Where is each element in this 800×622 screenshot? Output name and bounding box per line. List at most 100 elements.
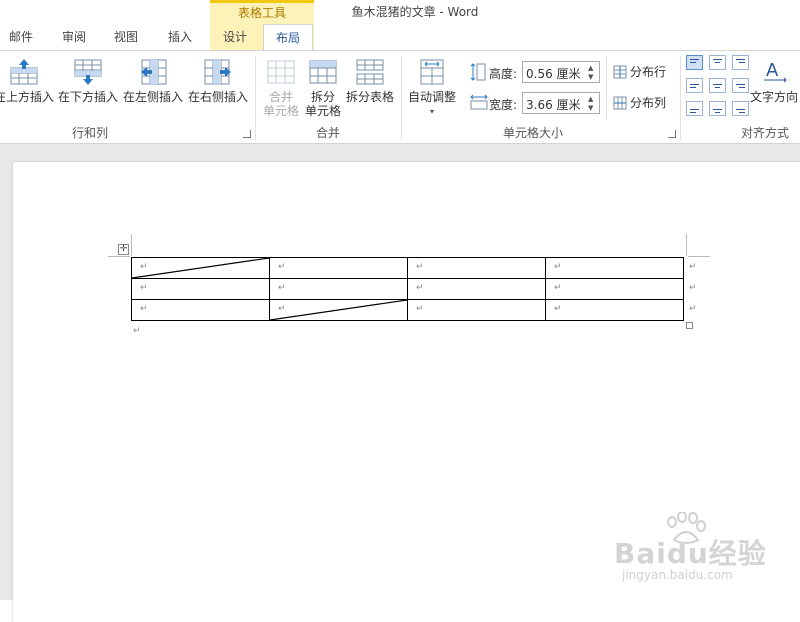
insert-below-icon bbox=[74, 59, 102, 85]
width-label: 宽度: bbox=[489, 98, 518, 112]
insert-left-button[interactable]: 在左侧插入 bbox=[122, 56, 184, 122]
width-value: 3.66 厘米 bbox=[526, 98, 581, 112]
rows-cols-launcher-icon[interactable] bbox=[243, 130, 251, 138]
insert-above-button[interactable]: 在上方插入 bbox=[0, 56, 54, 122]
spin-up-icon[interactable]: ▲ bbox=[588, 95, 596, 103]
split-cells-label-1: 拆分 bbox=[310, 90, 335, 104]
split-table-button[interactable]: 拆分表格 bbox=[344, 56, 396, 122]
row-end-mark: ↵ bbox=[689, 304, 697, 314]
align-bottom-right-icon[interactable] bbox=[732, 101, 749, 116]
align-top-center-icon[interactable] bbox=[709, 55, 726, 70]
distribute-cols-button[interactable]: 分布列 bbox=[613, 93, 666, 113]
tab-view[interactable]: 视图 bbox=[104, 24, 148, 50]
width-spinner[interactable]: 3.66 厘米 ▲ ▼ bbox=[522, 92, 600, 114]
insert-right-icon bbox=[204, 59, 231, 85]
spin-down-icon[interactable]: ▼ bbox=[588, 104, 596, 112]
svg-text:A: A bbox=[766, 60, 779, 81]
paragraph-mark: ↵ bbox=[416, 283, 424, 293]
paragraph-mark: ↵ bbox=[278, 283, 286, 293]
table-move-handle-icon[interactable]: ✛ bbox=[118, 244, 129, 255]
split-table-icon bbox=[356, 59, 384, 85]
align-middle-left-icon[interactable] bbox=[686, 78, 703, 93]
baidu-watermark: Baidu经验 jingyan.baidu.com bbox=[600, 510, 800, 590]
tab-layout[interactable]: 布局 bbox=[263, 24, 313, 51]
split-cells-label-2: 单元格 bbox=[304, 104, 341, 118]
group-separator bbox=[401, 56, 402, 140]
insert-left-icon bbox=[141, 59, 167, 85]
table-cell-r2c1[interactable]: ↵ bbox=[131, 278, 270, 300]
paragraph-mark: ↵ bbox=[554, 262, 562, 272]
insert-above-icon bbox=[10, 59, 38, 85]
tab-design[interactable]: 设计 bbox=[212, 24, 258, 50]
table-cell-r1c4[interactable]: ↵ bbox=[545, 257, 684, 279]
insert-below-button[interactable]: 在下方插入 bbox=[57, 56, 119, 122]
distribute-rows-icon bbox=[613, 65, 627, 79]
table-cell-r2c4[interactable]: ↵ bbox=[545, 278, 684, 300]
autofit-dropdown-icon[interactable]: ▾ bbox=[405, 105, 459, 119]
text-direction-button[interactable]: A 文字方向 bbox=[750, 56, 800, 122]
align-top-right-icon[interactable] bbox=[732, 55, 749, 70]
row-end-mark: ↵ bbox=[689, 262, 697, 272]
align-top-left-icon[interactable] bbox=[686, 55, 703, 70]
table-row: ↵ ↵ ↵ ↵ bbox=[131, 278, 684, 300]
table-cell-r1c1[interactable]: ↵ bbox=[131, 257, 270, 279]
paragraph-mark: ↵ bbox=[140, 304, 148, 314]
spin-up-icon[interactable]: ▲ bbox=[588, 64, 596, 72]
tab-review[interactable]: 审阅 bbox=[52, 24, 96, 50]
spin-down-icon[interactable]: ▼ bbox=[588, 73, 596, 81]
height-label: 高度: bbox=[489, 67, 518, 81]
paragraph-mark: ↵ bbox=[133, 326, 141, 336]
height-value: 0.56 厘米 bbox=[526, 67, 581, 81]
merge-cells-icon bbox=[267, 60, 295, 84]
merge-cells-button[interactable]: 合并 单元格 bbox=[260, 56, 302, 122]
autofit-button[interactable]: 自动调整 ▾ bbox=[405, 56, 459, 122]
watermark-brand: Baidu经验 bbox=[614, 537, 767, 570]
table-cell-r3c1[interactable]: ↵ bbox=[131, 299, 270, 321]
group-label-cell-size: 单元格大小 bbox=[502, 126, 563, 140]
diagonal-border bbox=[270, 300, 407, 320]
cell-size-launcher-icon[interactable] bbox=[668, 130, 676, 138]
split-cells-icon bbox=[309, 60, 337, 84]
table-resize-handle-icon[interactable] bbox=[686, 322, 693, 329]
table-cell-r3c2[interactable]: ↵ bbox=[269, 299, 408, 321]
distribute-cols-label: 分布列 bbox=[630, 96, 667, 110]
group-label-alignment: 对齐方式 bbox=[740, 126, 789, 140]
group-separator bbox=[255, 56, 256, 140]
align-middle-right-icon[interactable] bbox=[732, 78, 749, 93]
row-height-icon bbox=[470, 63, 486, 81]
split-cells-button[interactable]: 拆分 单元格 bbox=[303, 56, 343, 122]
tab-mailings[interactable]: 邮件 bbox=[0, 24, 42, 50]
window-title: 鱼木混猪的文章 - Word bbox=[351, 5, 479, 19]
tab-insert[interactable]: 插入 bbox=[158, 24, 202, 50]
table-cell-r2c3[interactable]: ↵ bbox=[407, 278, 546, 300]
align-middle-center-icon[interactable] bbox=[709, 78, 726, 93]
merge-cells-label-1: 合并 bbox=[268, 90, 293, 104]
insert-right-button[interactable]: 在右侧插入 bbox=[186, 56, 250, 122]
watermark-url: jingyan.baidu.com bbox=[622, 568, 733, 582]
table-cell-r1c2[interactable]: ↵ bbox=[269, 257, 408, 279]
align-bottom-center-icon[interactable] bbox=[709, 101, 726, 116]
crop-mark bbox=[131, 234, 132, 256]
group-label-rows-cols: 行和列 bbox=[71, 126, 108, 140]
table-cell-r2c2[interactable]: ↵ bbox=[269, 278, 408, 300]
distribute-rows-button[interactable]: 分布行 bbox=[613, 62, 666, 82]
distribute-rows-label: 分布行 bbox=[630, 65, 667, 79]
row-end-mark: ↵ bbox=[689, 283, 697, 293]
column-width-icon bbox=[470, 94, 488, 110]
crop-mark bbox=[688, 256, 710, 257]
table-cell-r1c3[interactable]: ↵ bbox=[407, 257, 546, 279]
table-cell-r3c3[interactable]: ↵ bbox=[407, 299, 546, 321]
paragraph-mark: ↵ bbox=[278, 262, 286, 272]
insert-left-label: 在左侧插入 bbox=[122, 90, 183, 104]
group-label-merge: 合并 bbox=[315, 126, 340, 140]
paragraph-mark: ↵ bbox=[140, 262, 148, 272]
paragraph-mark: ↵ bbox=[554, 283, 562, 293]
insert-right-label: 在右侧插入 bbox=[187, 90, 248, 104]
merge-cells-label-2: 单元格 bbox=[262, 104, 299, 118]
crop-mark bbox=[686, 234, 687, 256]
align-bottom-left-icon[interactable] bbox=[686, 101, 703, 116]
document-table[interactable]: ↵ ↵ ↵ ↵ ↵ ↵ ↵ ↵ ↵ ↵ ↵ ↵ bbox=[131, 257, 684, 321]
table-cell-r3c4[interactable]: ↵ bbox=[545, 299, 684, 321]
table-row: ↵ ↵ ↵ ↵ bbox=[131, 299, 684, 321]
height-spinner[interactable]: 0.56 厘米 ▲ ▼ bbox=[522, 61, 600, 83]
